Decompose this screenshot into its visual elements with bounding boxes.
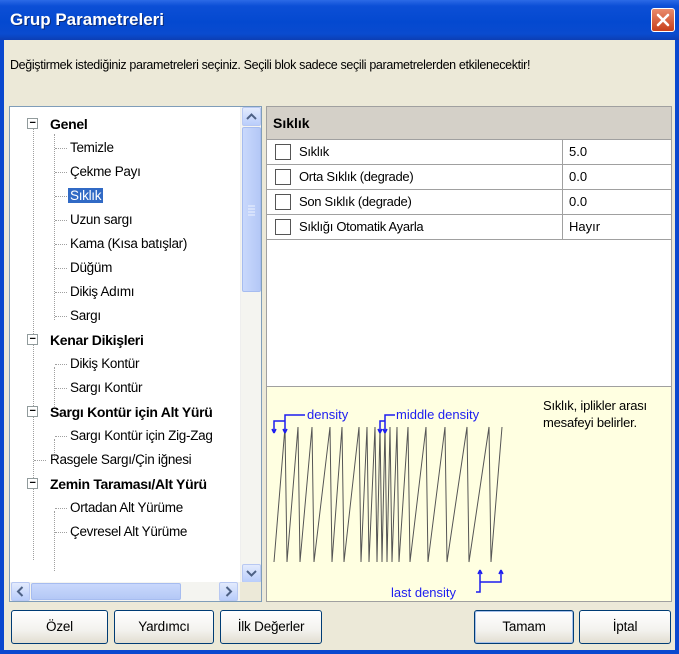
tree-connector (55, 388, 67, 389)
tree-item-dikis-kontur[interactable]: Dikiş Kontür (70, 352, 139, 376)
property-value[interactable]: Hayır (569, 215, 600, 239)
title-bar[interactable]: Grup Parametreleri (0, 0, 679, 40)
horizontal-scroll-thumb[interactable] (31, 583, 181, 600)
window-frame-left (0, 40, 4, 654)
custom-button[interactable]: Özel (11, 610, 108, 644)
property-name: Orta Sıklık (degrade) (267, 165, 563, 189)
tree-item-uzun-sargi[interactable]: Uzun sargı (70, 208, 133, 232)
property-value[interactable]: 0.0 (569, 190, 587, 214)
tree-item-label: Zemin Taraması/Alt Yürü (50, 476, 207, 492)
tree-connector (55, 148, 67, 149)
grip-icon (248, 205, 255, 216)
property-name: Son Sıklık (degrade) (267, 190, 563, 214)
tree-connector (55, 244, 67, 245)
property-row[interactable]: Son Sıklık (degrade) 0.0 (267, 190, 671, 215)
tree-item-dugum[interactable]: Düğüm (70, 256, 112, 280)
property-name: Sıklık (267, 140, 563, 164)
tree-connector (55, 316, 67, 317)
tree-connector (55, 364, 67, 365)
collapse-icon[interactable]: − (27, 478, 38, 489)
property-grid-header: Sıklık (267, 107, 671, 140)
tree-connector (55, 172, 67, 173)
collapse-icon[interactable]: − (27, 118, 38, 129)
chevron-right-icon (225, 586, 233, 597)
info-panel: density middle density last density Sıkl… (267, 386, 671, 601)
tree-connector (55, 268, 67, 269)
chevron-left-icon (16, 586, 24, 597)
tree-item-dikis-adimi[interactable]: Dikiş Adımı (70, 280, 135, 304)
tree-item-label: Kenar Dikişleri (50, 332, 144, 348)
collapse-icon[interactable]: − (27, 334, 38, 345)
property-grid: Sıklık Sıklık 5.0 Orta Sıklık (degrade) … (266, 106, 672, 602)
tree-vertical-scrollbar[interactable] (240, 107, 261, 583)
last-density-label: last density (391, 585, 457, 600)
tree-item-kama[interactable]: Kama (Kısa batışlar) (70, 232, 187, 256)
property-row[interactable]: Orta Sıklık (degrade) 0.0 (267, 165, 671, 190)
tree-connector (55, 220, 67, 221)
window-frame-right (675, 40, 679, 654)
close-button[interactable] (651, 8, 675, 32)
tree-item-label: Sargı Kontür için Alt Yürü (50, 404, 213, 420)
tree-item-sargi-kontur[interactable]: Sargı Kontür (70, 376, 143, 400)
tree-content: − Genel Temizle Çekme Payı Sıklık Uzun s… (10, 107, 240, 583)
info-description: Sıklık, iplikler arası mesafeyi belirler… (543, 398, 647, 430)
tree-item-rasgele-sargi[interactable]: Rasgele Sargı/Çin iğnesi (50, 448, 192, 472)
ok-button[interactable]: Tamam (474, 610, 574, 644)
cancel-button[interactable]: İptal (579, 610, 671, 644)
window-frame-bottom (0, 650, 679, 654)
tree-item-temizle[interactable]: Temizle (70, 136, 114, 160)
tree-item-sargi[interactable]: Sargı (70, 304, 101, 328)
tree-item-siklik[interactable]: Sıklık (68, 184, 104, 208)
tree-item-cekme-payi[interactable]: Çekme Payı (70, 160, 141, 184)
tree-item-selected-label: Sıklık (68, 188, 104, 203)
tree-horizontal-scrollbar[interactable] (10, 582, 261, 601)
property-value[interactable]: 0.0 (569, 165, 587, 189)
helper-button[interactable]: Yardımcı (114, 610, 214, 644)
tree-connector (55, 196, 67, 197)
density-label: density (307, 407, 349, 422)
tree-connector (55, 508, 67, 509)
tree-item-ortadan-alt-yurume[interactable]: Ortadan Alt Yürüme (70, 496, 183, 520)
window-title: Grup Parametreleri (10, 10, 165, 29)
close-icon (656, 13, 670, 27)
middle-density-bracket (377, 414, 395, 434)
tree-branch-line-zemin (54, 511, 55, 571)
middle-density-label: middle density (396, 407, 480, 422)
scroll-down-button[interactable] (242, 564, 261, 583)
scrollbar-corner (240, 582, 261, 601)
density-bracket (271, 414, 305, 434)
collapse-icon[interactable]: − (27, 406, 38, 417)
tree-item-cevresel-alt-yurume[interactable]: Çevresel Alt Yürüme (70, 520, 187, 544)
tree-item-sargi-kontur-zigzag[interactable]: Sargı Kontür için Zig-Zag (70, 424, 213, 448)
tree-connector (55, 532, 67, 533)
last-density-bracket (476, 569, 504, 593)
tree-item-label: Genel (50, 116, 88, 132)
scroll-thumb[interactable] (242, 127, 261, 292)
tree-connector (55, 436, 67, 437)
scroll-right-button[interactable] (219, 582, 238, 601)
scroll-up-button[interactable] (242, 107, 261, 126)
property-name: Sıklığı Otomatik Ayarla (267, 215, 563, 239)
stitch-zigzag (273, 426, 503, 563)
chevron-down-icon (246, 570, 257, 577)
defaults-button[interactable]: İlk Değerler (220, 610, 322, 644)
property-row[interactable]: Sıklığı Otomatik Ayarla Hayır (267, 215, 671, 240)
tree-connector (34, 460, 46, 461)
chevron-up-icon (246, 113, 257, 120)
property-row[interactable]: Sıklık 5.0 (267, 140, 671, 165)
instruction-text: Değiştirmek istediğiniz parametreleri se… (10, 58, 531, 72)
tree-connector (55, 292, 67, 293)
property-value[interactable]: 5.0 (569, 140, 587, 164)
parameter-tree[interactable]: − Genel Temizle Çekme Payı Sıklık Uzun s… (9, 106, 262, 602)
scroll-left-button[interactable] (11, 582, 30, 601)
